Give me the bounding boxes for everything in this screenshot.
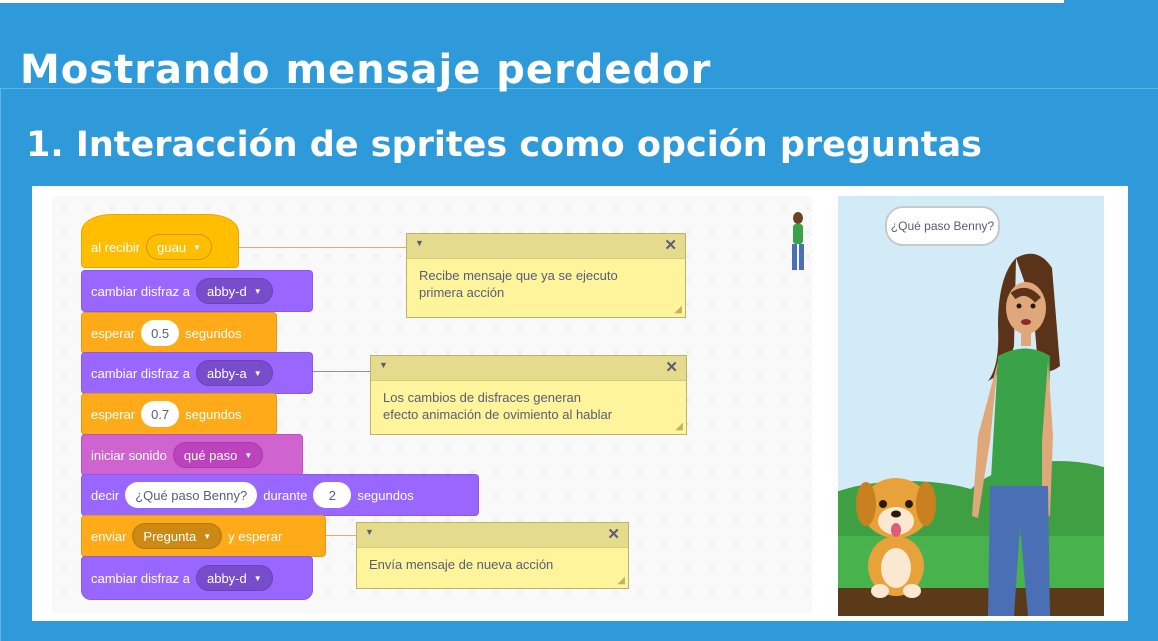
comment-line: efecto animación de ovimiento al hablar (383, 407, 613, 422)
top-border (0, 0, 1158, 3)
dropdown-value: abby-d (206, 570, 247, 586)
slide-title: Mostrando mensaje perdedor (20, 47, 712, 93)
close-icon[interactable]: ✕ (664, 236, 677, 254)
comment-text[interactable]: Recibe mensaje que ya se ejecuto primera… (407, 259, 685, 309)
eye-left (1016, 303, 1022, 309)
switch-costume-block[interactable]: cambiar disfraz a abby-a ▼ (81, 352, 313, 394)
chevron-down-icon: ▼ (253, 286, 262, 296)
say-for-secs-block[interactable]: decir ¿Qué paso Benny? durante 2 segundo… (81, 474, 479, 516)
comment-line: primera acción (419, 285, 505, 300)
dropdown-value: abby-a (206, 365, 247, 381)
start-sound-block[interactable]: iniciar sonido qué paso ▼ (81, 434, 303, 476)
resize-grip-icon[interactable]: ◢ (617, 575, 625, 586)
block-label-middle: durante (263, 487, 308, 503)
mouth (1021, 319, 1031, 325)
block-label-suffix: y esperar (228, 528, 283, 544)
wait-seconds-input[interactable]: 0.5 (141, 320, 180, 346)
wait-seconds-input[interactable]: 0.7 (141, 401, 180, 427)
comment-header: ▼ ✕ (357, 523, 628, 548)
block-label: esperar (91, 325, 136, 341)
code-comment[interactable]: ▼ ✕ Los cambios de disfraces generan efe… (370, 355, 687, 435)
costume-dropdown[interactable]: abby-d ▼ (195, 278, 273, 304)
comment-line: Envía mensaje de nueva acción (369, 557, 554, 572)
eye-right (1030, 303, 1036, 309)
dog-paw-left (871, 584, 889, 598)
block-label: enviar (91, 528, 127, 544)
say-text-input[interactable]: ¿Qué paso Benny? (125, 482, 258, 508)
resize-grip-icon[interactable]: ◢ (674, 304, 682, 315)
slide-subtitle: 1. Interacción de sprites como opción pr… (26, 125, 982, 165)
block-label: iniciar sonido (91, 447, 167, 463)
comment-text[interactable]: Los cambios de disfraces generan efecto … (371, 381, 686, 431)
message-dropdown[interactable]: guau ▼ (146, 234, 212, 260)
block-label: cambiar disfraz a (91, 570, 190, 586)
block-unit: segundos (185, 406, 242, 422)
sound-dropdown[interactable]: qué paso ▼ (172, 442, 264, 468)
block-label: cambiar disfraz a (91, 365, 190, 381)
when-i-receive-block[interactable]: al recibir guau ▼ (81, 214, 239, 268)
sprite-thumbnail-icon (792, 212, 804, 270)
switch-costume-block[interactable]: cambiar disfraz a abby-d ▼ (81, 270, 313, 312)
dog-belly (881, 548, 911, 588)
speech-bubble: ¿Qué paso Benny? (885, 206, 1000, 246)
broadcast-and-wait-block[interactable]: enviar Pregunta ▼ y esperar (81, 515, 326, 557)
dog-ear-left (856, 482, 876, 526)
guide-line-vertical (0, 88, 1, 641)
dropdown-value: guau (157, 239, 187, 255)
shirt (990, 348, 1050, 496)
stage-scene (838, 196, 1104, 616)
comment-line: Los cambios de disfraces generan (383, 390, 582, 405)
close-icon[interactable]: ✕ (607, 525, 620, 543)
costume-dropdown[interactable]: abby-d ▼ (195, 565, 273, 591)
block-label: cambiar disfraz a (91, 283, 190, 299)
comment-link-1 (238, 247, 408, 248)
neck (1021, 332, 1031, 346)
comment-header: ▼ ✕ (371, 356, 686, 381)
chevron-down-icon[interactable]: ▼ (365, 527, 374, 537)
comment-link-2 (312, 371, 372, 372)
code-comment[interactable]: ▼ ✕ Recibe mensaje que ya se ejecuto pri… (406, 233, 686, 318)
chevron-down-icon[interactable]: ▼ (415, 238, 424, 248)
block-unit: segundos (357, 487, 414, 503)
block-label: al recibir (91, 239, 141, 255)
dog-paw-right (903, 584, 921, 598)
wait-block[interactable]: esperar 0.7 segundos (81, 393, 277, 435)
comment-link-3 (325, 535, 359, 536)
costume-dropdown[interactable]: abby-a ▼ (195, 360, 273, 386)
dog-eye-right (905, 500, 913, 508)
say-seconds-input[interactable]: 2 (313, 482, 352, 508)
block-label: decir (91, 487, 120, 503)
chevron-down-icon: ▼ (253, 368, 262, 378)
dropdown-value: Pregunta (143, 528, 197, 544)
switch-costume-block[interactable]: cambiar disfraz a abby-d ▼ (81, 556, 313, 600)
chevron-down-icon: ▼ (193, 242, 201, 252)
dog-eye-left (879, 500, 887, 508)
dog-nose (891, 510, 901, 518)
comment-header: ▼ ✕ (407, 234, 685, 259)
block-unit: segundos (185, 325, 242, 341)
close-icon[interactable]: ✕ (665, 358, 678, 376)
code-comment[interactable]: ▼ ✕ Envía mensaje de nueva acción ◢ (356, 522, 629, 589)
comment-line: Recibe mensaje que ya se ejecuto (419, 268, 618, 283)
dropdown-value: qué paso (183, 447, 238, 463)
stage[interactable] (838, 196, 1104, 616)
dog-tongue (891, 523, 901, 537)
broadcast-dropdown[interactable]: Pregunta ▼ (132, 523, 223, 549)
wait-block[interactable]: esperar 0.5 segundos (81, 312, 277, 354)
comment-text[interactable]: Envía mensaje de nueva acción (357, 548, 628, 581)
chevron-down-icon: ▼ (244, 450, 253, 460)
dog-ear-right (916, 482, 936, 526)
top-border-gap (1064, 0, 1158, 3)
resize-grip-icon[interactable]: ◢ (675, 421, 683, 432)
chevron-down-icon: ▼ (203, 531, 212, 541)
chevron-down-icon: ▼ (253, 573, 262, 583)
dropdown-value: abby-d (206, 283, 247, 299)
block-label: esperar (91, 406, 136, 422)
chevron-down-icon[interactable]: ▼ (379, 360, 388, 370)
